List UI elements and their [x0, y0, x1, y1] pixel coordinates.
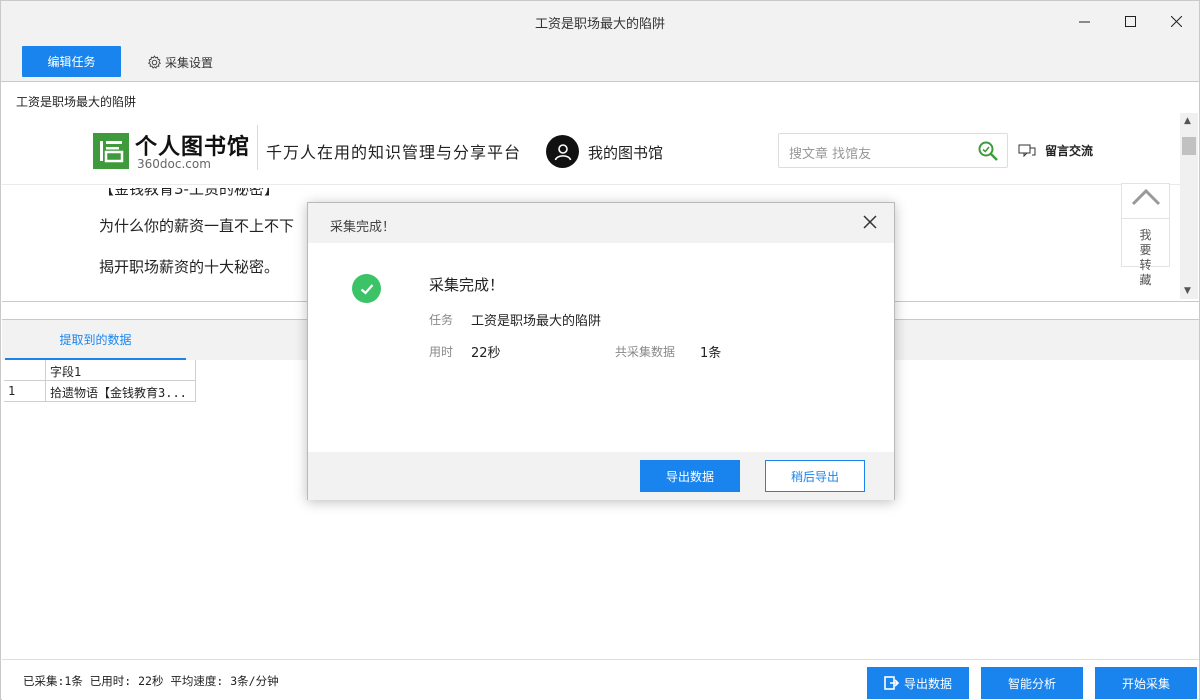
dialog-later-button[interactable]: 稍后导出 [765, 460, 865, 492]
gear-icon [147, 55, 162, 69]
collect-complete-dialog: 采集完成！ 采集完成！ 任务 工资是职场最大的陷阱 用时 22秒 共采集数据 1… [307, 202, 895, 500]
scroll-up-icon[interactable]: ▲ [1184, 116, 1191, 126]
export-icon [884, 676, 900, 690]
table-row-index: 1 [4, 381, 46, 402]
close-window-button[interactable] [1153, 1, 1199, 42]
article-line-2: 揭开职场薪资的十大秘密。 [99, 258, 280, 276]
dialog-heading: 采集完成！ [429, 276, 505, 294]
message-label: 留言交流 [1045, 144, 1094, 158]
dialog-footer: 导出数据 稍后导出 [308, 452, 894, 500]
table-corner [4, 360, 46, 381]
count-value: 1条 [700, 346, 722, 361]
close-icon[interactable] [863, 215, 877, 229]
task-value: 工资是职场最大的陷阱 [471, 314, 602, 329]
favorite-separator [1122, 218, 1169, 219]
minimize-button[interactable] [1061, 1, 1107, 42]
favorite-label[interactable]: 我要转藏 [1122, 228, 1169, 288]
status-bar: 已采集:1条 已用时: 22秒 平均速度: 3条/分钟 导出数据 智能分析 开始… [2, 659, 1199, 700]
user-avatar-icon[interactable] [546, 135, 579, 168]
maximize-icon [1124, 16, 1136, 27]
favorite-widget[interactable]: 我要转藏 [1121, 183, 1170, 287]
title-bar: 工资是职场最大的陷阱 [1, 1, 1199, 42]
start-collect-button[interactable]: 开始采集 [1095, 667, 1197, 699]
task-label: 任务 [429, 313, 454, 327]
smart-analysis-button[interactable]: 智能分析 [981, 667, 1083, 699]
site-logo-icon[interactable] [93, 133, 129, 169]
search-icon[interactable] [977, 140, 999, 162]
chevron-up-icon[interactable] [1130, 184, 1162, 210]
close-icon [1170, 16, 1182, 27]
header-divider [257, 125, 258, 170]
status-summary: 已采集:1条 已用时: 22秒 平均速度: 3条/分钟 [23, 674, 279, 688]
time-label: 用时 [429, 345, 454, 359]
table-cell[interactable]: 拾遗物语【金钱教育3... [46, 381, 196, 402]
maximize-button[interactable] [1107, 1, 1153, 42]
message-link[interactable]: 留言交流 [1018, 142, 1093, 159]
export-data-label: 导出数据 [903, 676, 952, 691]
browser-scrollbar[interactable]: ▲ ▼ [1180, 113, 1198, 299]
search-placeholder: 搜文章 找馆友 [789, 147, 872, 162]
chat-icon [1018, 144, 1036, 157]
toolbar: 编辑任务 采集设置 [1, 42, 1199, 82]
count-label: 共采集数据 [615, 345, 676, 359]
dialog-header: 采集完成！ [308, 203, 894, 243]
time-value: 22秒 [471, 346, 501, 361]
article-line-1: 为什么你的薪资一直不上不下 [99, 217, 295, 235]
app-window: 工资是职场最大的陷阱 编辑任务 采集设置 工资是职场最大的陷阱 【金钱教育3-工… [0, 0, 1200, 700]
page-title: 工资是职场最大的陷阱 [16, 95, 137, 109]
collect-settings-label: 采集设置 [165, 56, 214, 70]
table-header[interactable]: 字段1 [46, 360, 196, 381]
scroll-thumb[interactable] [1182, 137, 1196, 155]
export-data-button[interactable]: 导出数据 [867, 667, 969, 699]
site-header: 个人图书馆 360doc.com 千万人在用的知识管理与分享平台 我的图书馆 搜… [2, 113, 1180, 185]
minimize-icon [1078, 21, 1090, 23]
dialog-title: 采集完成！ [330, 220, 396, 235]
collect-settings-button[interactable]: 采集设置 [147, 54, 213, 71]
site-search-box[interactable]: 搜文章 找馆友 [778, 133, 1008, 168]
my-library-link[interactable]: 我的图书馆 [588, 142, 663, 163]
success-check-icon [352, 274, 381, 303]
scroll-down-icon[interactable]: ▼ [1184, 286, 1191, 296]
site-logo-domain: 360doc.com [137, 157, 211, 171]
dialog-export-button[interactable]: 导出数据 [640, 460, 740, 492]
site-slogan: 千万人在用的知识管理与分享平台 [266, 143, 522, 162]
edit-task-button[interactable]: 编辑任务 [22, 46, 121, 77]
window-title: 工资是职场最大的陷阱 [534, 17, 665, 32]
tab-extracted-data[interactable]: 提取到的数据 [5, 320, 186, 360]
